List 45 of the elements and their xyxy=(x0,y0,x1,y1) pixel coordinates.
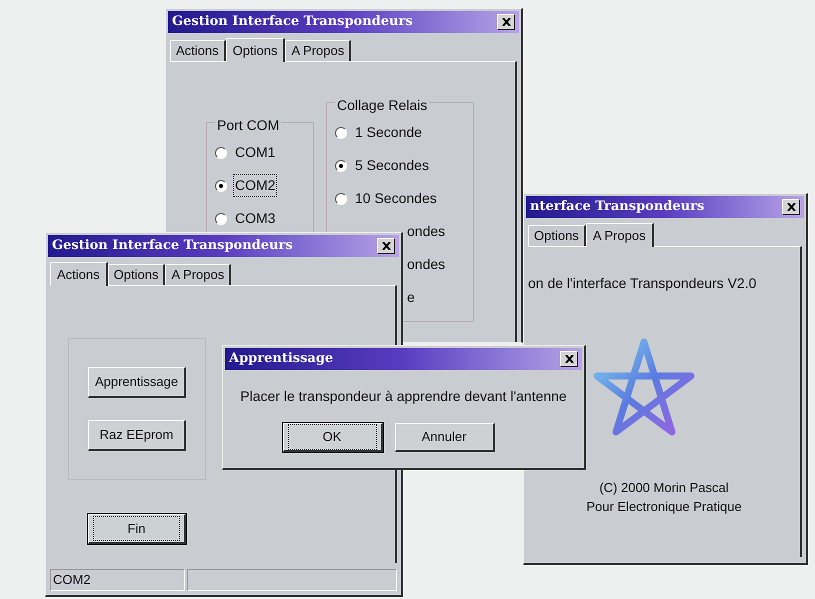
close-icon xyxy=(564,355,574,363)
close-icon xyxy=(382,242,390,250)
radio-label: 5 Secondes xyxy=(354,156,430,175)
radio-button[interactable] xyxy=(215,212,227,224)
window-title: Apprentissage xyxy=(229,350,334,368)
close-button[interactable] xyxy=(497,14,515,30)
push-button[interactable]: Fin xyxy=(88,514,186,544)
close-icon xyxy=(502,18,510,26)
status-bar-panel: COM2 xyxy=(50,569,185,591)
credit-text: (C) 2000 Morin Pascal xyxy=(599,479,729,497)
radio-label: COM3 xyxy=(234,209,276,228)
tab[interactable]: Actions xyxy=(50,262,108,286)
close-icon xyxy=(786,203,796,211)
radio-label: ondes xyxy=(407,255,446,274)
radio-label: 10 Secondes xyxy=(354,189,438,208)
version-text: on de l'interface Transpondeurs V2.0 xyxy=(528,274,756,293)
tab[interactable]: Options xyxy=(528,225,586,246)
radio-label: COM2 xyxy=(233,174,278,197)
radio-label: ondes xyxy=(407,222,446,241)
window-title: Gestion Interface Transpondeurs xyxy=(172,13,413,32)
tab[interactable]: A Propos xyxy=(165,264,232,285)
push-button[interactable]: Apprentissage xyxy=(88,367,186,398)
push-button[interactable]: Annuler xyxy=(394,423,494,452)
radio-button[interactable] xyxy=(335,160,347,172)
push-button[interactable]: Raz EEprom xyxy=(88,420,186,451)
close-button[interactable] xyxy=(377,238,395,254)
radio-label: COM1 xyxy=(234,143,276,162)
radio-button[interactable] xyxy=(215,180,227,192)
close-button[interactable] xyxy=(782,199,800,215)
window-title: Gestion Interface Transpondeurs xyxy=(52,237,293,256)
radio-button[interactable] xyxy=(335,126,347,138)
tab[interactable]: Options xyxy=(108,264,166,285)
close-button[interactable] xyxy=(560,351,578,367)
radio-label: e xyxy=(407,288,415,307)
tab[interactable]: Options xyxy=(226,38,286,62)
radio-button[interactable] xyxy=(215,146,227,158)
tab[interactable]: A Propos xyxy=(586,223,654,247)
radio-button[interactable] xyxy=(335,192,347,204)
push-button[interactable]: OK xyxy=(282,423,382,452)
credit-text: Pour Electronique Pratique xyxy=(586,498,742,516)
window-title: nterface Transpondeurs xyxy=(530,198,704,216)
tab[interactable]: Actions xyxy=(170,40,226,61)
radio-label: 1 Seconde xyxy=(354,123,423,142)
dialog-message: Placer le transpondeur à apprendre devant l'antenne xyxy=(239,387,568,406)
tab[interactable]: A Propos xyxy=(285,40,352,61)
